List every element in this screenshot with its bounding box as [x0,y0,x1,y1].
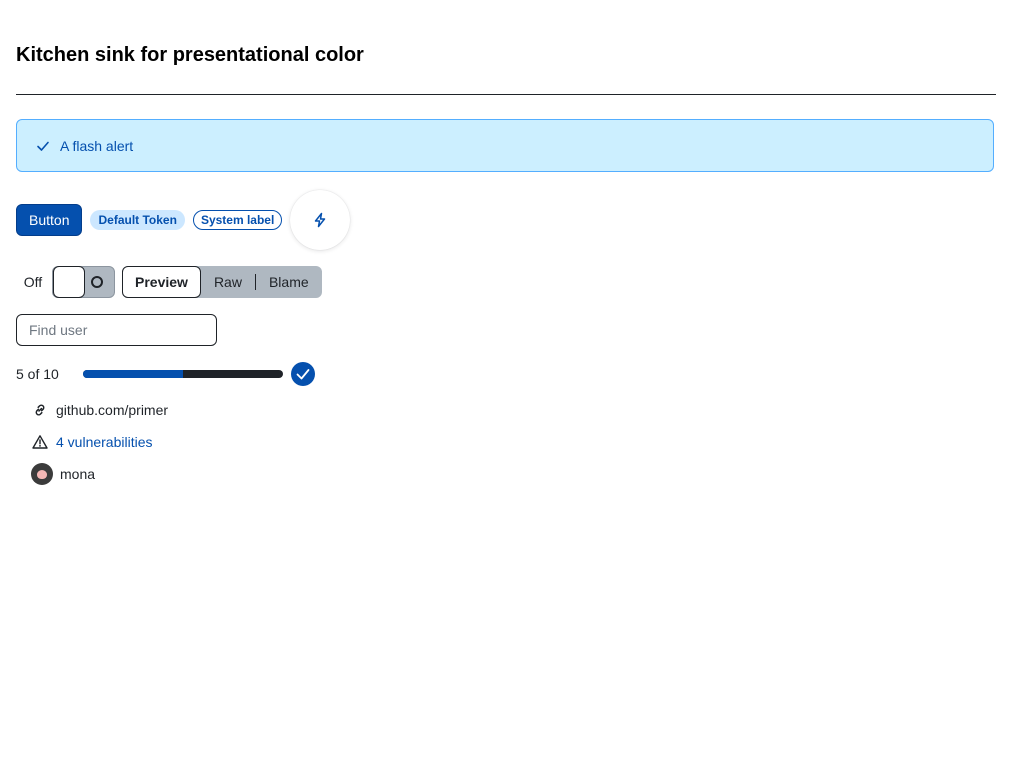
segment-raw[interactable]: Raw [201,266,255,298]
list-item: mona [31,462,168,486]
divider [16,94,996,95]
username[interactable]: mona [60,466,95,482]
progress-row: 5 of 10 [16,362,315,386]
repo-link-text[interactable]: github.com/primer [56,402,168,418]
progress-count: 5 of 10 [16,366,59,382]
segment-blame[interactable]: Blame [256,266,322,298]
check-icon [37,141,49,151]
vulnerabilities-link[interactable]: 4 vulnerabilities [56,434,153,450]
toggle-switch[interactable] [52,266,115,298]
controls-row: Off Preview Raw Blame [16,265,322,299]
progress-fill [83,370,183,378]
zap-icon-button[interactable] [290,190,351,250]
avatar [31,463,53,485]
complete-check-icon [291,362,315,386]
toggle-state-label: Off [23,274,43,290]
zap-icon [315,212,326,228]
default-token[interactable]: Default Token [90,210,185,230]
segmented-control: Preview Raw Blame [122,266,322,298]
flash-message: A flash alert [60,137,134,154]
toggle-off-icon [91,276,103,288]
progress-bar [83,370,283,378]
toggle-knob [53,266,85,298]
list-item: github.com/primer [31,398,168,422]
list-item: 4 vulnerabilities [31,430,168,454]
alert-icon [31,433,49,451]
system-label: System label [192,210,283,230]
avatar-face [37,470,47,479]
primary-button[interactable]: Button [16,204,83,236]
flash-alert: A flash alert [16,119,994,172]
actions-row: Button Default Token System label [16,190,351,250]
find-user-input[interactable] [16,314,217,346]
link-icon [31,401,49,419]
page-title: Kitchen sink for presentational color [16,44,364,66]
segment-preview[interactable]: Preview [122,266,201,298]
details-list: github.com/primer 4 vulnerabilities mona [31,398,168,494]
